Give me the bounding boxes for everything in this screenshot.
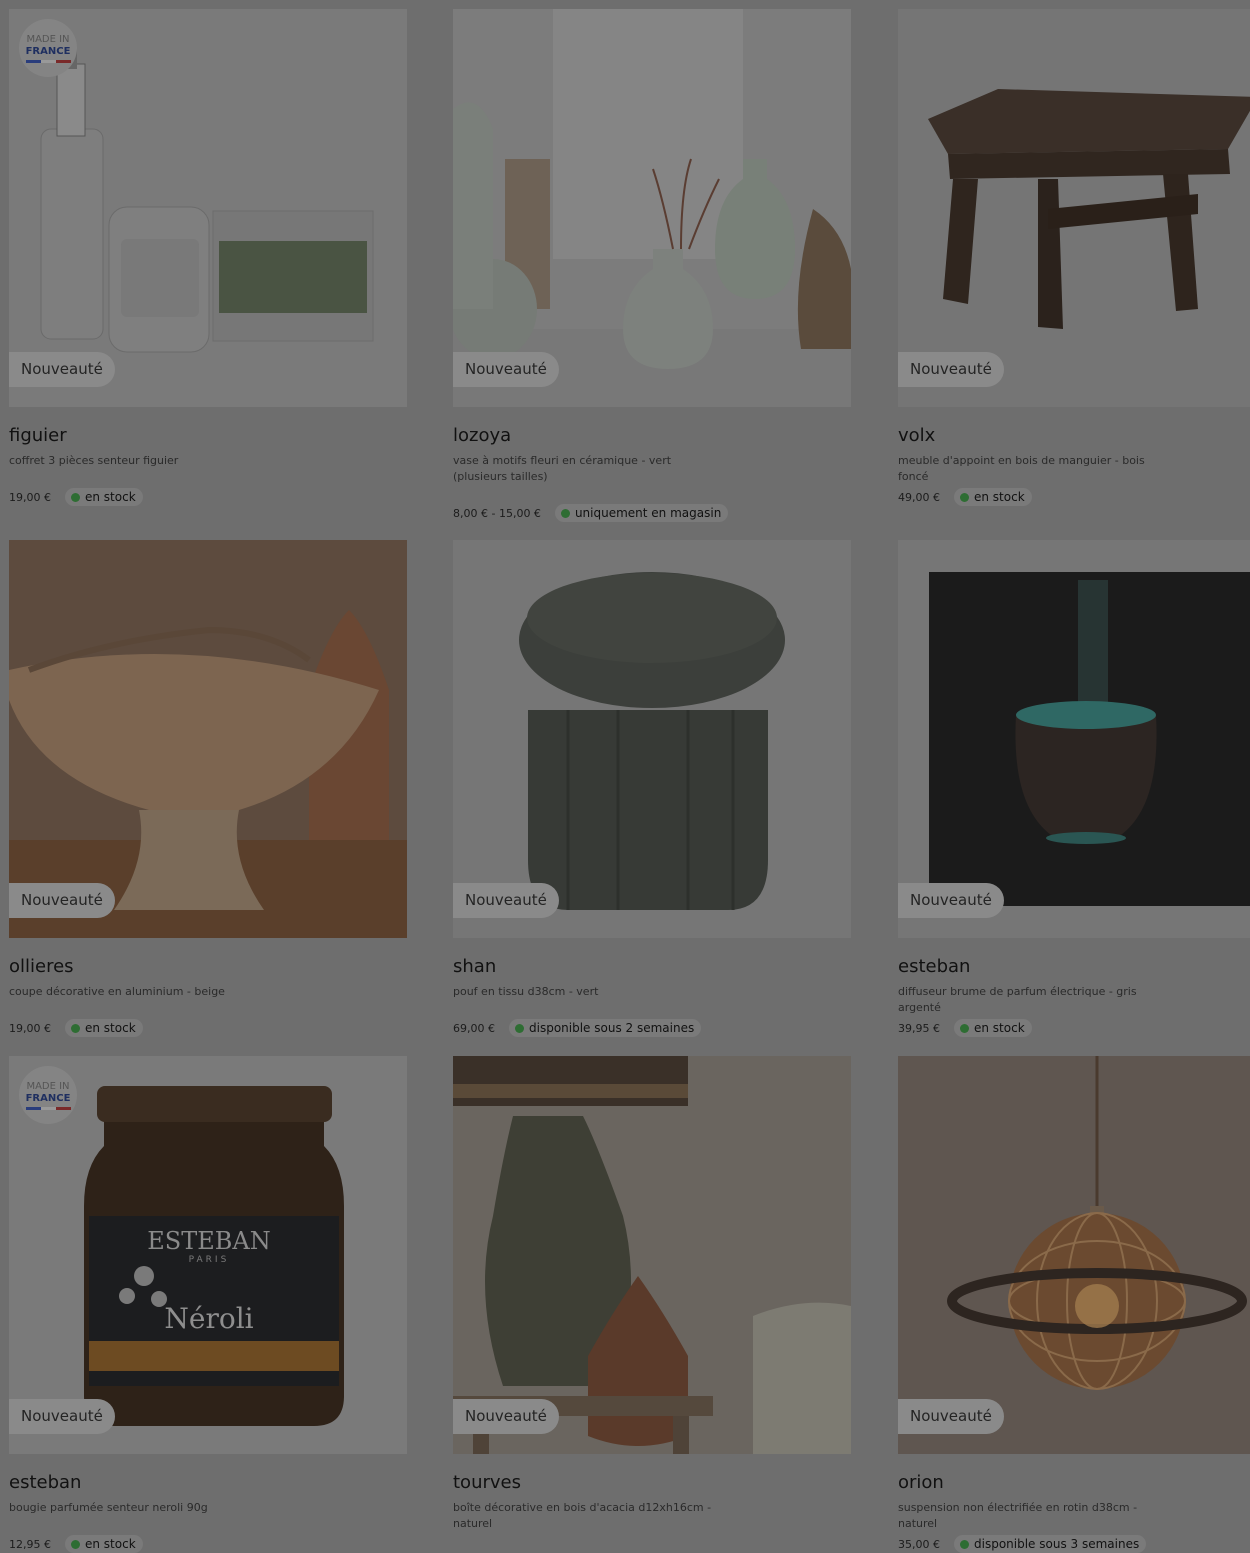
product-price: 8,00 € - 15,00 € <box>453 506 541 520</box>
stock-dot-icon <box>515 1023 524 1033</box>
stock-badge: en stock <box>954 488 1032 506</box>
product-description: coffret 3 pièces senteur figuier <box>9 454 179 467</box>
product-image[interactable]: Nouveauté <box>898 1056 1250 1454</box>
product-name[interactable]: shan <box>453 956 496 978</box>
price-stock-row: 49,00 € en stock <box>898 488 1032 506</box>
product-description: meuble d'appoint en bois de manguier - b… <box>898 454 1145 483</box>
product-name[interactable]: esteban <box>9 1472 81 1494</box>
new-badge: Nouveauté <box>9 883 115 918</box>
stock-dot-icon <box>960 492 969 502</box>
new-badge: Nouveauté <box>898 352 1004 387</box>
product-price: 19,00 € <box>9 1021 51 1035</box>
product-description: coupe décorative en aluminium - beige <box>9 985 225 998</box>
stock-label: en stock <box>974 490 1025 504</box>
product-image[interactable]: Nouveauté <box>453 540 851 938</box>
stock-badge: en stock <box>65 488 143 506</box>
product-image[interactable]: Nouveauté <box>453 1056 851 1454</box>
product-card[interactable]: Nouveauté lozoya vase à motifs fleuri en… <box>453 9 851 529</box>
product-description: vase à motifs fleuri en céramique - vert… <box>453 454 672 483</box>
product-card[interactable]: Nouveauté orion suspension non électrifi… <box>898 1056 1250 1553</box>
price-stock-row: 69,00 € disponible sous 2 semaines <box>453 1019 702 1037</box>
new-badge: Nouveauté <box>898 1399 1004 1434</box>
price-stock-row: 39,95 € en stock <box>898 1019 1032 1037</box>
product-name[interactable]: ollieres <box>9 956 74 978</box>
new-badge: Nouveauté <box>453 883 559 918</box>
new-badge: Nouveauté <box>453 1399 559 1434</box>
product-card[interactable]: MADE IN FRANCE Nouveauté figuier coffret… <box>9 9 407 509</box>
product-card[interactable]: Nouveauté ollieres coupe décorative en a… <box>9 540 407 1040</box>
product-card[interactable]: Nouveauté shan pouf en tissu d38cm - ver… <box>453 540 851 1040</box>
stock-badge: disponible sous 2 semaines <box>509 1019 702 1037</box>
label-scent: Néroli <box>164 1302 253 1335</box>
product-image[interactable]: Nouveauté <box>453 9 851 407</box>
price-stock-row: 19,00 € en stock <box>9 488 143 506</box>
product-price: 35,00 € <box>898 1537 940 1551</box>
new-badge: Nouveauté <box>9 352 115 387</box>
new-badge: Nouveauté <box>898 883 1004 918</box>
product-card[interactable]: Nouveauté esteban diffuseur brume de par… <box>898 540 1250 1040</box>
product-name[interactable]: lozoya <box>453 425 511 447</box>
product-description: diffuseur brume de parfum électrique - g… <box>898 985 1137 1014</box>
product-name[interactable]: orion <box>898 1472 944 1494</box>
stock-label: en stock <box>85 1021 136 1035</box>
product-image[interactable]: Nouveauté <box>898 540 1250 938</box>
stock-dot-icon <box>71 1023 80 1033</box>
product-name[interactable]: volx <box>898 425 935 447</box>
stock-dot-icon <box>960 1023 969 1033</box>
product-image[interactable]: Nouveauté <box>898 9 1250 407</box>
price-stock-row: 8,00 € - 15,00 € uniquement en magasin <box>453 504 729 522</box>
new-badge: Nouveauté <box>9 1399 115 1434</box>
product-description: boîte décorative en bois d'acacia d12xh1… <box>453 1501 712 1530</box>
made-in-france-badge: MADE IN FRANCE <box>19 19 77 77</box>
stock-badge: en stock <box>65 1535 143 1553</box>
stock-dot-icon <box>960 1539 969 1549</box>
product-price: 49,00 € <box>898 490 940 504</box>
stock-dot-icon <box>71 1539 80 1549</box>
made-in-france-badge: MADE IN FRANCE <box>19 1066 77 1124</box>
product-description: suspension non électrifiée en rotin d38c… <box>898 1501 1138 1530</box>
price-stock-row: 19,00 € en stock <box>9 1019 143 1037</box>
product-name[interactable]: figuier <box>9 425 67 447</box>
label-brand: ESTEBAN <box>147 1227 270 1255</box>
product-card[interactable]: ESTEBAN PARIS Néroli MADE IN FRANCE Nouv… <box>9 1056 407 1553</box>
stock-badge: disponible sous 3 semaines <box>954 1535 1147 1553</box>
stock-badge: en stock <box>954 1019 1032 1037</box>
product-price: 19,00 € <box>9 490 51 504</box>
price-stock-row: 35,00 € disponible sous 3 semaines <box>898 1535 1147 1553</box>
label-city: PARIS <box>189 1255 230 1265</box>
stock-label: en stock <box>85 1537 136 1551</box>
stock-badge: uniquement en magasin <box>554 504 729 522</box>
product-card[interactable]: Nouveauté tourves boîte décorative en bo… <box>453 1056 851 1547</box>
product-description: pouf en tissu d38cm - vert <box>453 985 599 998</box>
stock-label: en stock <box>974 1021 1025 1035</box>
product-image[interactable]: ESTEBAN PARIS Néroli MADE IN FRANCE Nouv… <box>9 1056 407 1454</box>
product-name[interactable]: esteban <box>898 956 970 978</box>
product-price: 12,95 € <box>9 1537 51 1551</box>
stock-dot-icon <box>560 508 570 518</box>
stock-label: disponible sous 3 semaines <box>974 1537 1140 1551</box>
stock-label: uniquement en magasin <box>574 506 722 520</box>
stock-label: en stock <box>85 490 136 504</box>
product-image[interactable]: MADE IN FRANCE Nouveauté <box>9 9 407 407</box>
product-price: 39,95 € <box>898 1021 940 1035</box>
product-card[interactable]: Nouveauté volx meuble d'appoint en bois … <box>898 9 1250 509</box>
stock-dot-icon <box>71 492 80 502</box>
new-badge: Nouveauté <box>453 352 559 387</box>
product-description: bougie parfumée senteur neroli 90g <box>9 1501 208 1514</box>
product-price: 69,00 € <box>453 1021 495 1035</box>
product-name[interactable]: tourves <box>453 1472 521 1494</box>
stock-badge: en stock <box>65 1019 143 1037</box>
product-image[interactable]: Nouveauté <box>9 540 407 938</box>
stock-label: disponible sous 2 semaines <box>529 1021 695 1035</box>
price-stock-row: 12,95 € en stock <box>9 1535 143 1553</box>
